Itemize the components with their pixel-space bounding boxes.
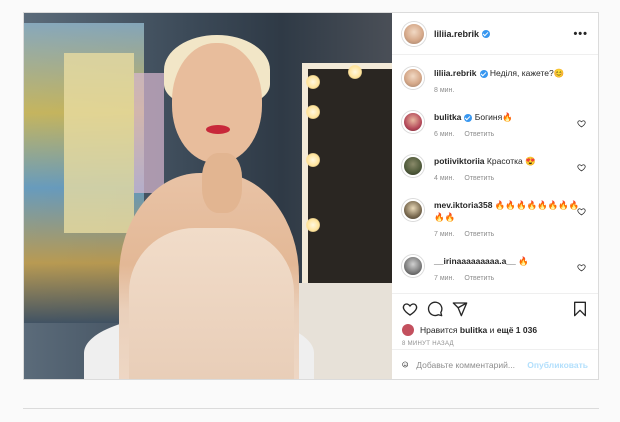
comment-username[interactable]: mev.iktoria358: [434, 200, 492, 210]
list-item: mev.iktoria358 🔥🔥🔥🔥🔥🔥🔥🔥🔥🔥 7 мин. Ответить: [402, 199, 588, 241]
caption-time[interactable]: 8 мин.: [434, 87, 454, 94]
mirror-bulb: [306, 153, 320, 167]
commenter-avatar[interactable]: [402, 155, 424, 177]
commenter-avatar[interactable]: [402, 255, 424, 277]
dress: [129, 228, 294, 379]
post-header: liliia.rebrik •••: [392, 13, 598, 55]
more-options-icon[interactable]: •••: [573, 28, 588, 40]
comment-username[interactable]: __irinaaaaaaaaa.a__: [434, 256, 516, 266]
divider: [23, 408, 599, 409]
reply-button[interactable]: Ответить: [464, 231, 494, 238]
emoji-icon[interactable]: [402, 357, 409, 372]
likes-prefix: Нравится: [420, 325, 458, 335]
reply-button[interactable]: Ответить: [464, 131, 494, 138]
mirror-bulb: [306, 105, 320, 119]
publish-button[interactable]: Опубликовать: [527, 360, 588, 370]
verified-badge-icon: [464, 113, 473, 122]
liker-avatar[interactable]: [402, 324, 414, 336]
caption: liliia.rebrik Неділя, кажете?😊 8 мин.: [402, 67, 588, 97]
post-sidebar: liliia.rebrik ••• liliia.rebrik Неділя, …: [392, 13, 598, 379]
heart-icon[interactable]: [577, 163, 586, 172]
comment-time[interactable]: 7 мин.: [434, 275, 454, 282]
commenter-avatar[interactable]: [402, 199, 424, 221]
comment-time[interactable]: 4 мин.: [434, 175, 454, 182]
heart-icon[interactable]: [402, 301, 418, 317]
comment-text: Красотка 😍: [486, 156, 536, 166]
hand: [202, 153, 242, 213]
commenter-avatar[interactable]: [402, 111, 424, 133]
author-username[interactable]: liliia.rebrik: [434, 29, 479, 39]
post-photo[interactable]: [24, 13, 392, 379]
clothing-item: [134, 73, 164, 193]
author-avatar[interactable]: [402, 21, 426, 46]
heart-icon[interactable]: [577, 207, 586, 216]
caption-username[interactable]: liliia.rebrik: [434, 68, 477, 78]
comment-text: Богиня🔥: [474, 112, 513, 122]
comments-list: liliia.rebrik Неділя, кажете?😊 8 мин. bu…: [392, 55, 598, 293]
list-item: bulitka Богиня🔥 6 мин. Ответить: [402, 111, 588, 141]
list-item: __irinaaaaaaaaa.a__ 🔥 7 мин. Ответить: [402, 255, 588, 285]
comment-input[interactable]: [416, 359, 528, 370]
liker-username[interactable]: bulitka: [460, 325, 487, 335]
caption-text: Неділя, кажете?😊: [489, 68, 565, 78]
comment-icon[interactable]: [427, 301, 443, 317]
share-icon[interactable]: [452, 301, 468, 317]
comment-time[interactable]: 7 мин.: [434, 231, 454, 238]
author-avatar[interactable]: [402, 67, 424, 89]
mirror-bulb: [306, 75, 320, 89]
verified-badge-icon: [482, 29, 491, 38]
list-item: potiiviktoriia Красотка 😍 4 мин. Ответить: [402, 155, 588, 185]
reply-button[interactable]: Ответить: [464, 275, 494, 282]
verified-badge-icon: [479, 69, 488, 78]
reply-button[interactable]: Ответить: [464, 175, 494, 182]
comment-time[interactable]: 6 мин.: [434, 131, 454, 138]
likes-summary: Нравится bulitka и ещё 1 036: [392, 323, 598, 337]
likes-count-link[interactable]: ещё 1 036: [497, 325, 537, 335]
comment-text: 🔥: [518, 256, 529, 266]
post-actions: [392, 293, 598, 323]
mirror-bulb: [348, 65, 362, 79]
clothing-item: [64, 53, 134, 233]
post-card: liliia.rebrik ••• liliia.rebrik Неділя, …: [23, 12, 599, 380]
heart-icon[interactable]: [577, 263, 586, 272]
mirror-bulb: [306, 218, 320, 232]
face: [172, 43, 262, 163]
lips: [206, 125, 230, 134]
bookmark-icon[interactable]: [572, 301, 588, 317]
comment-username[interactable]: potiiviktoriia: [434, 156, 485, 166]
heart-icon[interactable]: [577, 119, 586, 128]
add-comment-bar: Опубликовать: [392, 349, 598, 379]
likes-conjunction: и: [489, 325, 495, 335]
comment-username[interactable]: bulitka: [434, 112, 461, 122]
